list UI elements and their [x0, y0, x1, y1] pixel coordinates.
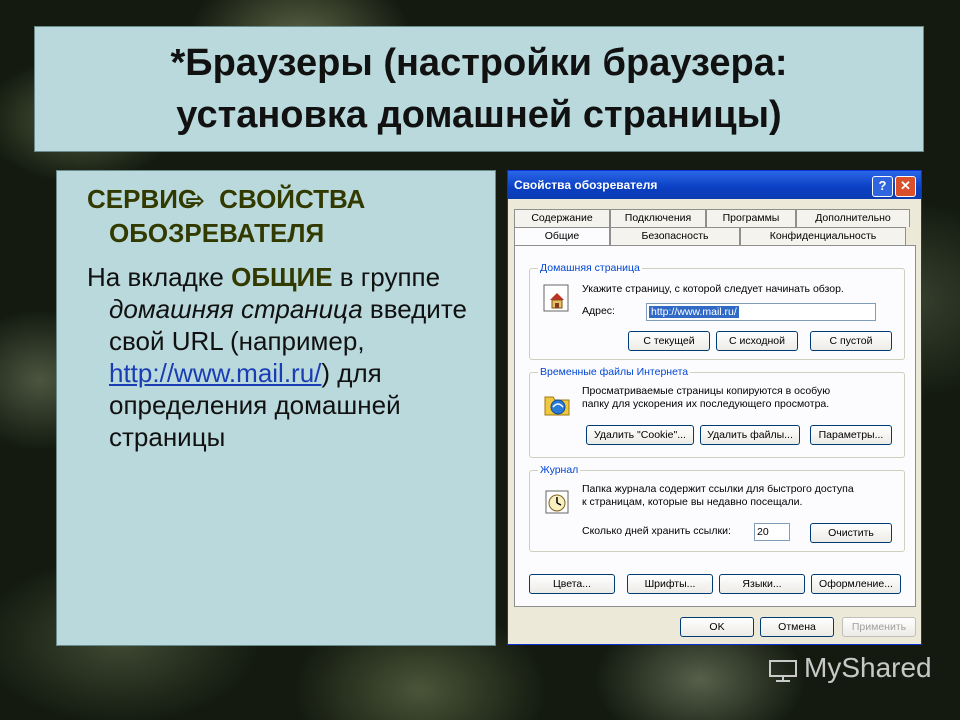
- address-label: Адрес:: [582, 305, 615, 317]
- home-page-icon: [543, 284, 569, 312]
- days-input[interactable]: 20: [754, 523, 790, 541]
- tab-general[interactable]: Общие: [514, 227, 610, 247]
- use-blank-button[interactable]: С пустой: [810, 331, 892, 351]
- clear-history-button[interactable]: Очистить: [810, 523, 892, 543]
- history-label: Журнал: [538, 464, 581, 476]
- home-address-input[interactable]: http://www.mail.ru/: [646, 303, 876, 321]
- temp-files-group: Временные файлы Интернета Просматриваемы…: [529, 366, 905, 458]
- temp-files-desc-1: Просматриваемые страницы копируются в ос…: [582, 385, 831, 397]
- home-address-value: http://www.mail.ru/: [649, 306, 739, 318]
- text-part: в группе: [332, 262, 441, 292]
- fonts-button[interactable]: Шрифты...: [627, 574, 713, 594]
- tabs-row-2: Общие Безопасность Конфиденциальность: [514, 227, 906, 247]
- text-part: На вкладке: [87, 262, 232, 292]
- dialog-titlebar: Свойства обозревателя ? ✕: [508, 171, 921, 199]
- tab-privacy[interactable]: Конфиденциальность: [740, 227, 906, 245]
- tab-security[interactable]: Безопасность: [610, 227, 740, 245]
- home-page-group: Домашняя страница Укажите страницу, с ко…: [529, 262, 905, 360]
- example-url-link[interactable]: http://www.mail.ru/: [109, 358, 321, 388]
- tab-advanced[interactable]: Дополнительно: [796, 209, 910, 227]
- help-button[interactable]: ?: [872, 176, 893, 197]
- temp-files-icon: [544, 396, 570, 416]
- group-name-italic: домашняя страница: [109, 294, 363, 324]
- menu-service: СЕРВИС: [87, 184, 197, 214]
- instruction-text: На вкладке ОБЩИЕ в группе домашняя стран…: [87, 261, 485, 453]
- apply-button[interactable]: Применить: [842, 617, 916, 637]
- cancel-button[interactable]: Отмена: [760, 617, 834, 637]
- tab-name-highlight: ОБЩИЕ: [231, 262, 333, 292]
- colors-button[interactable]: Цвета...: [529, 574, 615, 594]
- history-icon: [545, 490, 569, 514]
- tab-content[interactable]: Содержание: [514, 209, 610, 227]
- tabs-row-1: Содержание Подключения Программы Дополни…: [514, 209, 910, 227]
- days-label: Сколько дней хранить ссылки:: [582, 525, 731, 537]
- temp-files-label: Временные файлы Интернета: [538, 366, 691, 378]
- days-value: 20: [757, 526, 769, 538]
- languages-button[interactable]: Языки...: [719, 574, 805, 594]
- menu-path: СЕРВИС ⇨ СВОЙСТВА ОБОЗРЕВАТЕЛЯ: [87, 184, 366, 248]
- dialog-title: Свойства обозревателя: [514, 178, 658, 192]
- history-desc-1: Папка журнала содержит ссылки для быстро…: [582, 483, 854, 495]
- close-button[interactable]: ✕: [895, 176, 916, 197]
- temp-files-desc-2: папку для ускорения их последующего прос…: [582, 398, 830, 410]
- use-current-button[interactable]: С текущей: [628, 331, 710, 351]
- general-tab-panel: Домашняя страница Укажите страницу, с ко…: [514, 245, 916, 607]
- delete-cookies-button[interactable]: Удалить "Cookie"...: [586, 425, 694, 445]
- history-desc-2: к страницам, которые вы недавно посещали…: [582, 496, 803, 508]
- settings-button[interactable]: Параметры...: [810, 425, 892, 445]
- tab-connections[interactable]: Подключения: [610, 209, 706, 227]
- use-default-button[interactable]: С исходной: [716, 331, 798, 351]
- watermark-text: MyShared: [804, 652, 932, 683]
- title-line-1: *Браузеры (настройки браузера:: [170, 42, 788, 84]
- title-line-2: установка домашней страницы): [176, 94, 782, 136]
- home-page-label: Домашняя страница: [538, 262, 642, 274]
- history-group: Журнал Папка журнала содержит ссылки для…: [529, 464, 905, 552]
- instruction-panel: СЕРВИС ⇨ СВОЙСТВА ОБОЗРЕВАТЕЛЯ На вкладк…: [56, 170, 496, 646]
- slide-title: *Браузеры (настройки браузера: установка…: [34, 26, 924, 152]
- ok-button[interactable]: OK: [680, 617, 754, 637]
- accessibility-button[interactable]: Оформление...: [811, 574, 901, 594]
- internet-options-dialog: Свойства обозревателя ? ✕ Содержание Под…: [507, 170, 922, 645]
- tab-programs[interactable]: Программы: [706, 209, 796, 227]
- delete-files-button[interactable]: Удалить файлы...: [700, 425, 800, 445]
- home-page-desc: Укажите страницу, с которой следует начи…: [582, 283, 844, 295]
- watermark: MyShared: [768, 652, 932, 684]
- presentation-icon: [769, 659, 797, 682]
